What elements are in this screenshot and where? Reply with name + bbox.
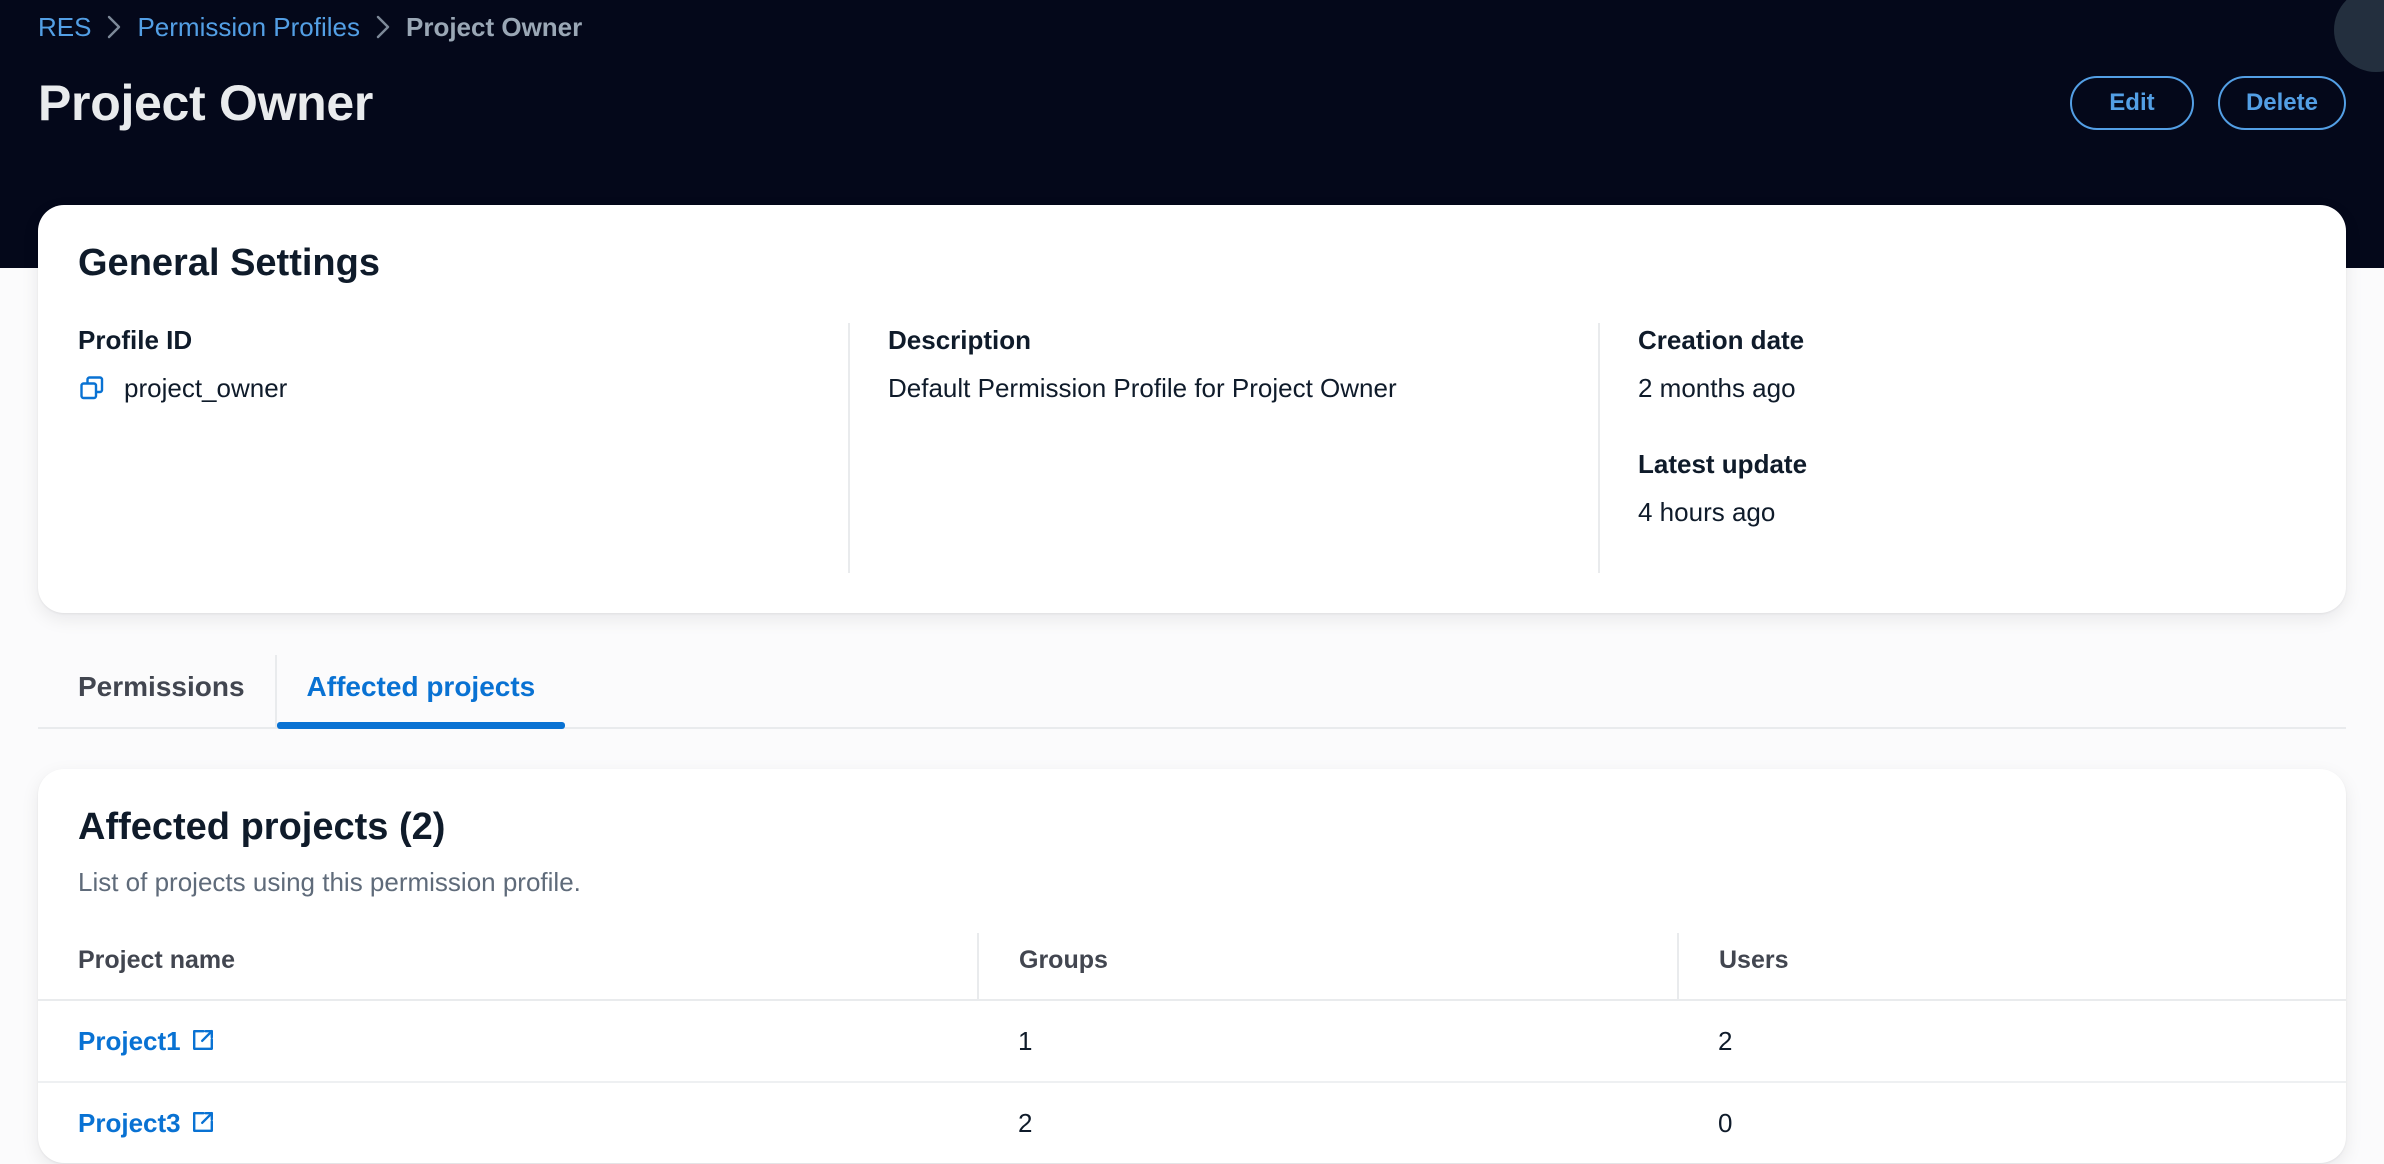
profile-id-field: Profile ID project_owner xyxy=(78,323,810,405)
affected-projects-table: Project name Groups Users Project1 1 2 P… xyxy=(38,933,2346,1163)
header-actions: Edit Delete xyxy=(2069,76,2346,130)
creation-date-field: Creation date 2 months ago xyxy=(1638,323,2268,405)
title-row: Project Owner Edit Delete xyxy=(38,72,2346,134)
tab-affected-projects[interactable]: Affected projects xyxy=(274,655,566,729)
external-link-icon xyxy=(191,1110,217,1136)
breadcrumb-item-permission-profiles[interactable]: Permission Profiles xyxy=(137,10,360,44)
latest-update-value: 4 hours ago xyxy=(1638,497,1776,527)
breadcrumb-item-current: Project Owner xyxy=(405,12,583,42)
affected-projects-subtitle: List of projects using this permission p… xyxy=(78,867,581,897)
project-link[interactable]: Project3 xyxy=(78,1106,217,1140)
tab-permissions[interactable]: Permissions xyxy=(48,655,275,727)
table-header: Project name Groups Users xyxy=(38,933,2346,1001)
dates-column: Creation date 2 months ago Latest update… xyxy=(1598,323,2306,573)
cell-project-name: Project1 xyxy=(38,1000,978,1083)
table-header-row: Project name Groups Users xyxy=(38,933,2346,1001)
cell-users: 0 xyxy=(1718,1108,1733,1138)
cell-project-name: Project3 xyxy=(38,1082,978,1163)
profile-id-value-row: project_owner xyxy=(78,371,810,405)
affected-projects-title: Affected projects (2) xyxy=(78,806,446,848)
affected-projects-card: Affected projects (2) List of projects u… xyxy=(38,769,2346,1163)
general-settings-card: General Settings Profile ID project_owne… xyxy=(38,205,2346,613)
cell-groups: 2 xyxy=(1018,1108,1033,1138)
description-field: Description Default Permission Profile f… xyxy=(888,323,1560,405)
breadcrumb-item-res[interactable]: RES xyxy=(38,10,91,44)
project-link[interactable]: Project1 xyxy=(78,1024,217,1058)
cell-users: 2 xyxy=(1678,1000,2346,1083)
avatar[interactable] xyxy=(2334,0,2384,72)
chevron-right-icon xyxy=(360,10,406,44)
project-link-label: Project3 xyxy=(78,1108,181,1138)
copy-icon[interactable] xyxy=(78,374,106,402)
column-header-groups[interactable]: Groups xyxy=(977,933,1678,1001)
profile-id-value: project_owner xyxy=(124,373,288,403)
table-body: Project1 1 2 Project3 2 0 xyxy=(38,1000,2346,1163)
description-value: Default Permission Profile for Project O… xyxy=(888,373,1397,403)
column-header-users[interactable]: Users xyxy=(1677,933,2346,1001)
creation-date-value: 2 months ago xyxy=(1638,373,1796,403)
project-link-label: Project1 xyxy=(78,1026,181,1056)
affected-projects-header: Affected projects (2) List of projects u… xyxy=(38,803,2346,899)
delete-button[interactable]: Delete xyxy=(2217,76,2346,130)
page-content: General Settings Profile ID project_owne… xyxy=(38,205,2346,1163)
latest-update-field: Latest update 4 hours ago xyxy=(1638,447,2268,529)
description-column: Description Default Permission Profile f… xyxy=(848,323,1598,573)
tab-bar: Permissions Affected projects xyxy=(38,655,2346,729)
profile-id-label: Profile ID xyxy=(78,325,193,355)
table-row: Project3 2 0 xyxy=(38,1082,2346,1163)
cell-groups: 1 xyxy=(978,1000,1678,1083)
latest-update-label: Latest update xyxy=(1638,449,1808,479)
creation-date-label: Creation date xyxy=(1638,325,1805,355)
chevron-right-icon xyxy=(91,10,137,44)
page-title: Project Owner xyxy=(38,75,374,131)
table-row: Project1 1 2 xyxy=(38,1000,2346,1083)
breadcrumb: RES Permission Profiles Project Owner xyxy=(38,10,582,44)
external-link-icon xyxy=(191,1028,217,1054)
profile-id-column: Profile ID project_owner xyxy=(78,323,848,573)
description-label: Description xyxy=(888,325,1032,355)
general-settings-title: General Settings xyxy=(78,242,380,284)
general-settings-grid: Profile ID project_owner Description Def… xyxy=(78,323,2306,573)
edit-button[interactable]: Edit xyxy=(2069,76,2194,130)
column-header-project-name[interactable]: Project name xyxy=(38,933,978,1001)
